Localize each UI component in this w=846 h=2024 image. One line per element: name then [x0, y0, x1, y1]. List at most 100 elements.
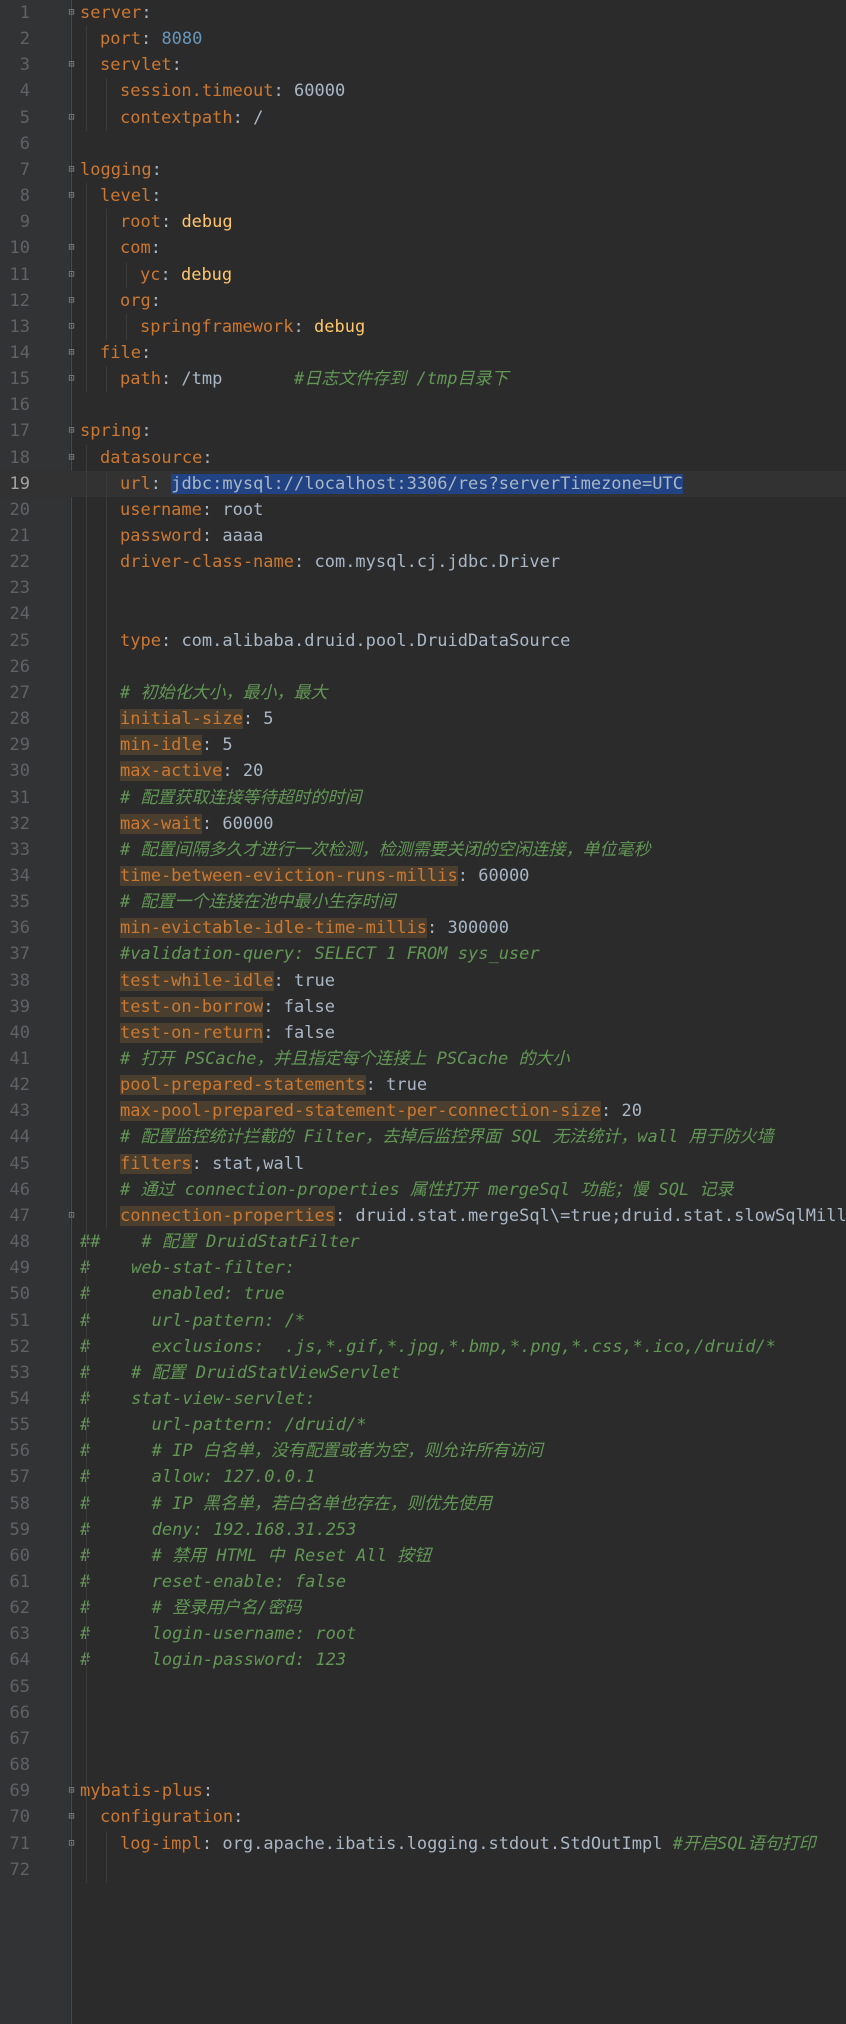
- code-line[interactable]: 48 ## # 配置 DruidStatFilter: [0, 1229, 846, 1255]
- fold-open-icon[interactable]: ⊟: [66, 7, 77, 18]
- fold-open-icon[interactable]: ⊟: [66, 347, 77, 358]
- code-line[interactable]: 62 # # 登录用户名/密码: [0, 1595, 846, 1621]
- fold-end-icon[interactable]: ⊡: [66, 112, 77, 123]
- code-line[interactable]: 29 min-idle: 5: [0, 732, 846, 758]
- code-line[interactable]: 36 min-evictable-idle-time-millis: 300000: [0, 915, 846, 941]
- code-line[interactable]: 27 # 初始化大小，最小，最大: [0, 680, 846, 706]
- code-line[interactable]: 61 # reset-enable: false: [0, 1569, 846, 1595]
- code-line[interactable]: 49 # web-stat-filter:: [0, 1255, 846, 1281]
- fold-end-icon[interactable]: ⊡: [66, 1210, 77, 1221]
- code-line[interactable]: 12 ⊟ org:: [0, 288, 846, 314]
- code-line[interactable]: 71 ⊡ log-impl: org.apache.ibatis.logging.s…: [0, 1831, 846, 1857]
- code-line[interactable]: 18 ⊟ datasource:: [0, 445, 846, 471]
- code-line[interactable]: 72: [0, 1857, 846, 1883]
- code-line[interactable]: 24: [0, 601, 846, 627]
- code-line[interactable]: 9 root: debug: [0, 209, 846, 235]
- code-line[interactable]: 21 password: aaaa: [0, 523, 846, 549]
- code-line[interactable]: 38 test-while-idle: true: [0, 968, 846, 994]
- fold-open-icon[interactable]: ⊟: [66, 295, 77, 306]
- code-line[interactable]: 58 # # IP 黑名单，若白名单也存在，则优先使用: [0, 1491, 846, 1517]
- code-token: : /: [232, 107, 264, 128]
- code-line[interactable]: 43 max-pool-prepared-statement-per-connec…: [0, 1098, 846, 1124]
- code-line[interactable]: 37 #validation-query: SELECT 1 FROM sys_u…: [0, 941, 846, 967]
- line-number: 33: [9, 839, 30, 860]
- code-line[interactable]: 23: [0, 575, 846, 601]
- code-line[interactable]: 16: [0, 392, 846, 418]
- code-line[interactable]: 28 initial-size: 5: [0, 706, 846, 732]
- code-line[interactable]: 15 ⊡ path: /tmp #日志文件存到 /tmp目录下: [0, 366, 846, 392]
- code-line[interactable]: 10 ⊟ com:: [0, 235, 846, 261]
- code-line[interactable]: 3 ⊟ servlet:: [0, 52, 846, 78]
- code-line[interactable]: 31 # 配置获取连接等待超时的时间: [0, 785, 846, 811]
- code-line[interactable]: 14 ⊟ file:: [0, 340, 846, 366]
- code-line[interactable]: 20 username: root: [0, 497, 846, 523]
- code-line[interactable]: 34 time-between-eviction-runs-millis: 600…: [0, 863, 846, 889]
- code-token: # login-password: 123: [80, 1650, 347, 1671]
- code-line[interactable]: 54 # stat-view-servlet:: [0, 1386, 846, 1412]
- fold-open-icon[interactable]: ⊟: [66, 190, 77, 201]
- code-line[interactable]: 59 # deny: 192.168.31.253: [0, 1517, 846, 1543]
- code-line[interactable]: 66: [0, 1700, 846, 1726]
- fold-end-icon[interactable]: ⊡: [66, 373, 77, 384]
- fold-open-icon[interactable]: ⊟: [66, 425, 77, 436]
- line-number: 2: [19, 29, 30, 50]
- code-line[interactable]: 64 # login-password: 123: [0, 1647, 846, 1673]
- fold-open-icon[interactable]: ⊟: [66, 1811, 77, 1822]
- fold-open-icon[interactable]: ⊟: [66, 242, 77, 253]
- code-line[interactable]: 17 ⊟ spring:: [0, 418, 846, 444]
- code-line[interactable]: 67: [0, 1726, 846, 1752]
- code-line[interactable]: 47 ⊡ connection-properties: druid.stat.mer…: [0, 1203, 846, 1229]
- code-line[interactable]: 63 # login-username: root: [0, 1621, 846, 1647]
- code-line[interactable]: 69 ⊟ mybatis-plus:: [0, 1778, 846, 1804]
- fold-end-icon[interactable]: ⊡: [66, 321, 77, 332]
- code-line[interactable]: 39 test-on-borrow: false: [0, 994, 846, 1020]
- code-line[interactable]: 41 # 打开 PSCache，并且指定每个连接上 PSCache 的大小: [0, 1046, 846, 1072]
- code-token: username: [120, 499, 202, 520]
- code-line[interactable]: 5 ⊡ contextpath: /: [0, 105, 846, 131]
- code-line[interactable]: 70 ⊟ configuration:: [0, 1804, 846, 1830]
- line-code: # 配置获取连接等待超时的时间: [120, 785, 361, 811]
- code-line[interactable]: 35 # 配置一个连接在池中最小生存时间: [0, 889, 846, 915]
- code-line[interactable]: 1 ⊟ server:: [0, 0, 846, 26]
- code-line[interactable]: 44 # 配置监控统计拦截的 Filter，去掉后监控界面 SQL 无法统计，wa…: [0, 1124, 846, 1150]
- code-line[interactable]: 57 # allow: 127.0.0.1: [0, 1464, 846, 1490]
- fold-end-icon[interactable]: ⊡: [66, 1838, 77, 1849]
- code-editor[interactable]: 1 ⊟ server: 2 port: 8080 3 ⊟ servlet: 4 session.t…: [0, 0, 846, 2024]
- code-line[interactable]: 53 # # 配置 DruidStatViewServlet: [0, 1360, 846, 1386]
- code-line[interactable]: 25 type: com.alibaba.druid.pool.DruidData…: [0, 628, 846, 654]
- line-code: driver-class-name: com.mysql.cj.jdbc.Dri…: [120, 549, 560, 575]
- code-line[interactable]: 26: [0, 654, 846, 680]
- line-code: # web-stat-filter:: [80, 1255, 295, 1281]
- code-line[interactable]: 2 port: 8080: [0, 26, 846, 52]
- fold-open-icon[interactable]: ⊟: [66, 1785, 77, 1796]
- code-line[interactable]: 52 # exclusions: .js,*.gif,*.jpg,*.bmp,*.…: [0, 1334, 846, 1360]
- fold-open-icon[interactable]: ⊟: [66, 452, 77, 463]
- line-number: 58: [9, 1493, 30, 1514]
- code-line[interactable]: 45 filters: stat,wall: [0, 1151, 846, 1177]
- code-line[interactable]: 32 max-wait: 60000: [0, 811, 846, 837]
- code-line[interactable]: 33 # 配置间隔多久才进行一次检测，检测需要关闭的空闲连接，单位毫秒: [0, 837, 846, 863]
- fold-open-icon[interactable]: ⊟: [66, 59, 77, 70]
- code-line[interactable]: 19 url: jdbc:mysql://localhost:3306/res?s…: [0, 470, 846, 497]
- code-line[interactable]: 7 ⊟ logging:: [0, 157, 846, 183]
- code-line[interactable]: 50 # enabled: true: [0, 1281, 846, 1307]
- code-line[interactable]: 51 # url-pattern: /*: [0, 1308, 846, 1334]
- code-line[interactable]: 8 ⊟ level:: [0, 183, 846, 209]
- line-code: username: root: [120, 497, 263, 523]
- code-line[interactable]: 55 # url-pattern: /druid/*: [0, 1412, 846, 1438]
- code-line[interactable]: 42 pool-prepared-statements: true: [0, 1072, 846, 1098]
- code-line[interactable]: 65: [0, 1674, 846, 1700]
- fold-end-icon[interactable]: ⊡: [66, 269, 77, 280]
- line-number: 61: [9, 1572, 30, 1592]
- code-line[interactable]: 4 session.timeout: 60000: [0, 78, 846, 104]
- code-line[interactable]: 46 # 通过 connection-properties 属性打开 mergeS…: [0, 1177, 846, 1203]
- fold-open-icon[interactable]: ⊟: [66, 164, 77, 175]
- code-token: jdbc:mysql://localhost:3306/res?serverTi…: [171, 473, 683, 494]
- code-line[interactable]: 68: [0, 1752, 846, 1778]
- code-line[interactable]: 6: [0, 131, 846, 157]
- code-line[interactable]: 60 # # 禁用 HTML 中 Reset All 按钮: [0, 1543, 846, 1569]
- code-line[interactable]: 30 max-active: 20: [0, 758, 846, 784]
- code-line[interactable]: 22 driver-class-name: com.mysql.cj.jdbc.D…: [0, 549, 846, 575]
- code-line[interactable]: 56 # # IP 白名单，没有配置或者为空，则允许所有访问: [0, 1438, 846, 1464]
- code-line[interactable]: 40 test-on-return: false: [0, 1020, 846, 1046]
